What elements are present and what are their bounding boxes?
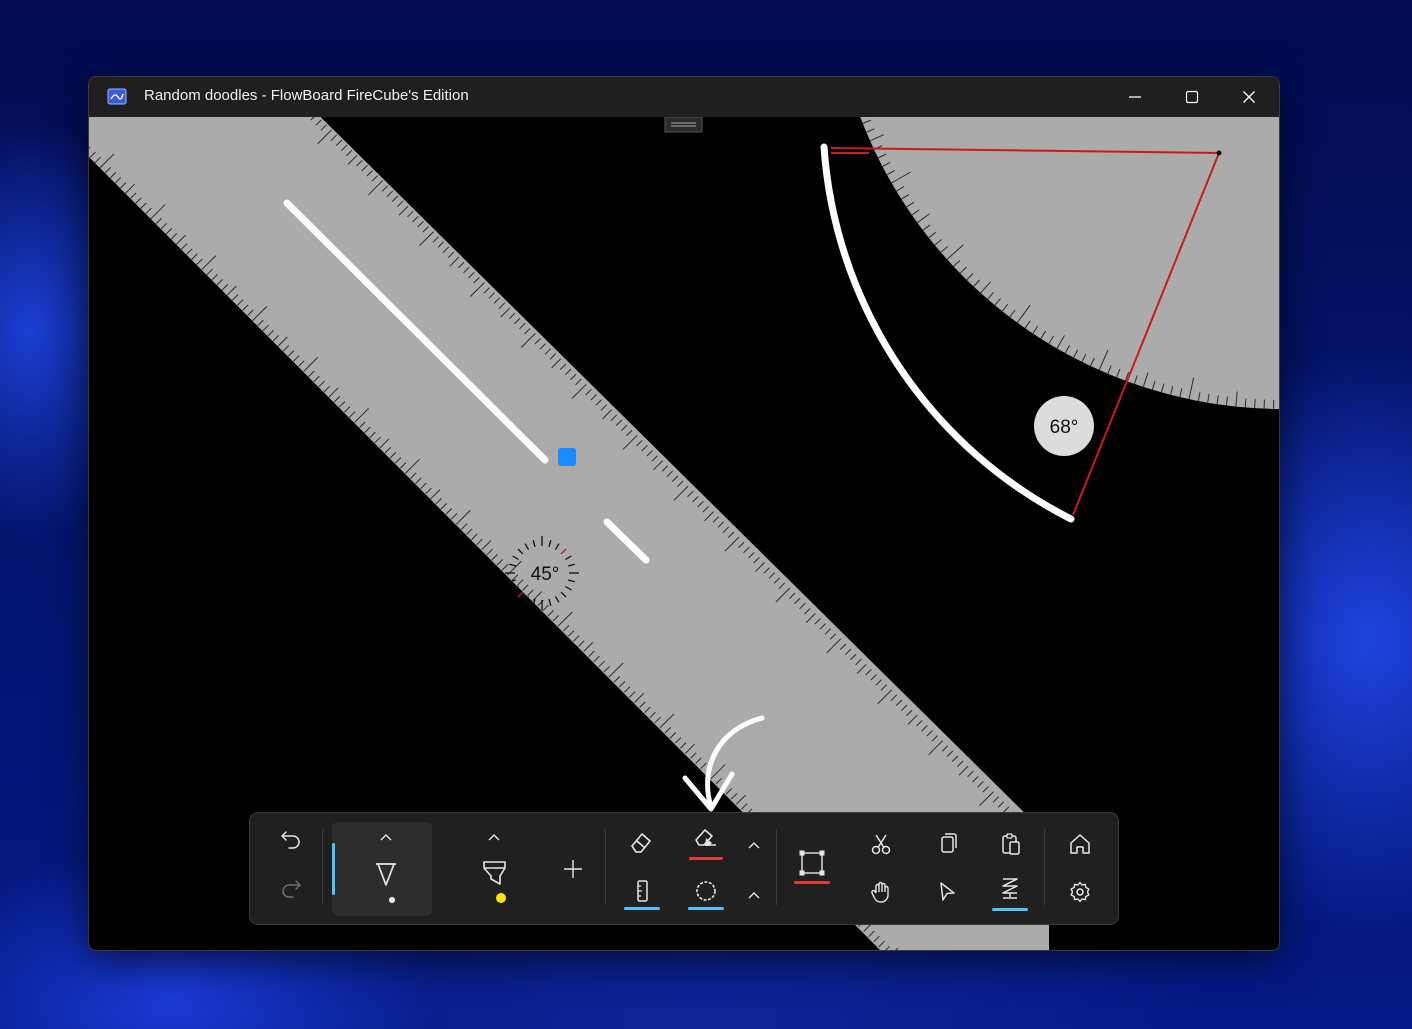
minimize-button[interactable] bbox=[1106, 77, 1163, 117]
pen-icon bbox=[332, 834, 396, 903]
protractor-button[interactable] bbox=[686, 873, 726, 913]
pointer-icon bbox=[940, 882, 955, 901]
highlighter-icon bbox=[483, 834, 506, 903]
paste-button[interactable] bbox=[994, 827, 1028, 861]
toolbar-separator bbox=[776, 829, 777, 905]
cut-button[interactable] bbox=[864, 827, 898, 861]
toolbar-separator bbox=[605, 829, 606, 905]
hand-pan-button[interactable] bbox=[864, 875, 898, 909]
redo-icon bbox=[282, 880, 301, 898]
window-title: Random doodles - FlowBoard FireCube's Ed… bbox=[144, 87, 469, 104]
settings-button[interactable] bbox=[1063, 875, 1097, 909]
paste-icon bbox=[1002, 833, 1020, 855]
home-icon bbox=[1070, 834, 1090, 854]
plus-icon bbox=[564, 860, 582, 878]
bottom-toolbar bbox=[249, 812, 1119, 925]
close-icon bbox=[1242, 91, 1255, 103]
app-window: Random doodles - FlowBoard FireCube's Ed… bbox=[88, 76, 1280, 951]
maximize-icon bbox=[1185, 90, 1198, 104]
scroll-icon bbox=[992, 878, 1028, 911]
ruler-icon bbox=[624, 880, 660, 910]
redo-button[interactable] bbox=[274, 872, 308, 906]
eraser-icon bbox=[631, 833, 651, 853]
lasso-select-button[interactable] bbox=[792, 847, 832, 887]
toolbar-separator bbox=[322, 829, 323, 905]
app-logo-icon bbox=[107, 88, 127, 105]
lasso-select-icon bbox=[794, 850, 830, 884]
scroll-button[interactable] bbox=[990, 871, 1030, 913]
chevron-up-icon bbox=[748, 892, 760, 899]
pen-tool[interactable] bbox=[332, 822, 432, 916]
add-tool-button[interactable] bbox=[556, 852, 590, 886]
minimize-icon bbox=[1128, 96, 1141, 98]
close-button[interactable] bbox=[1220, 77, 1277, 117]
chevron-up-icon bbox=[748, 842, 760, 849]
protractor-angle-badge: 68° bbox=[1034, 396, 1094, 456]
highlighter-tool[interactable] bbox=[468, 822, 524, 916]
maximize-button[interactable] bbox=[1163, 77, 1220, 117]
home-button[interactable] bbox=[1063, 827, 1097, 861]
gear-icon bbox=[1070, 881, 1090, 903]
copy-button[interactable] bbox=[930, 827, 964, 861]
hand-icon bbox=[871, 881, 889, 903]
copy-icon bbox=[941, 833, 957, 853]
ruler-button[interactable] bbox=[622, 873, 662, 913]
eraser-button[interactable] bbox=[624, 823, 658, 863]
ruler-angle-label: 45° bbox=[531, 564, 560, 585]
undo-button[interactable] bbox=[274, 823, 308, 857]
stroke-eraser-icon bbox=[689, 829, 723, 860]
pointer-button[interactable] bbox=[930, 875, 964, 909]
title-bar[interactable]: Random doodles - FlowBoard FireCube's Ed… bbox=[89, 77, 1279, 117]
stroke-eraser-button[interactable] bbox=[686, 823, 726, 863]
canvas-drag-handle[interactable] bbox=[664, 117, 703, 133]
toolbar-separator bbox=[1044, 829, 1045, 905]
eraser-options-expand[interactable] bbox=[740, 835, 768, 857]
cut-icon bbox=[871, 834, 891, 855]
protractor-angle-label: 68° bbox=[1050, 417, 1079, 438]
protractor-icon bbox=[688, 881, 724, 910]
shapes-options-expand[interactable] bbox=[740, 885, 768, 907]
selection-handle[interactable] bbox=[558, 448, 576, 466]
undo-icon bbox=[281, 831, 300, 849]
